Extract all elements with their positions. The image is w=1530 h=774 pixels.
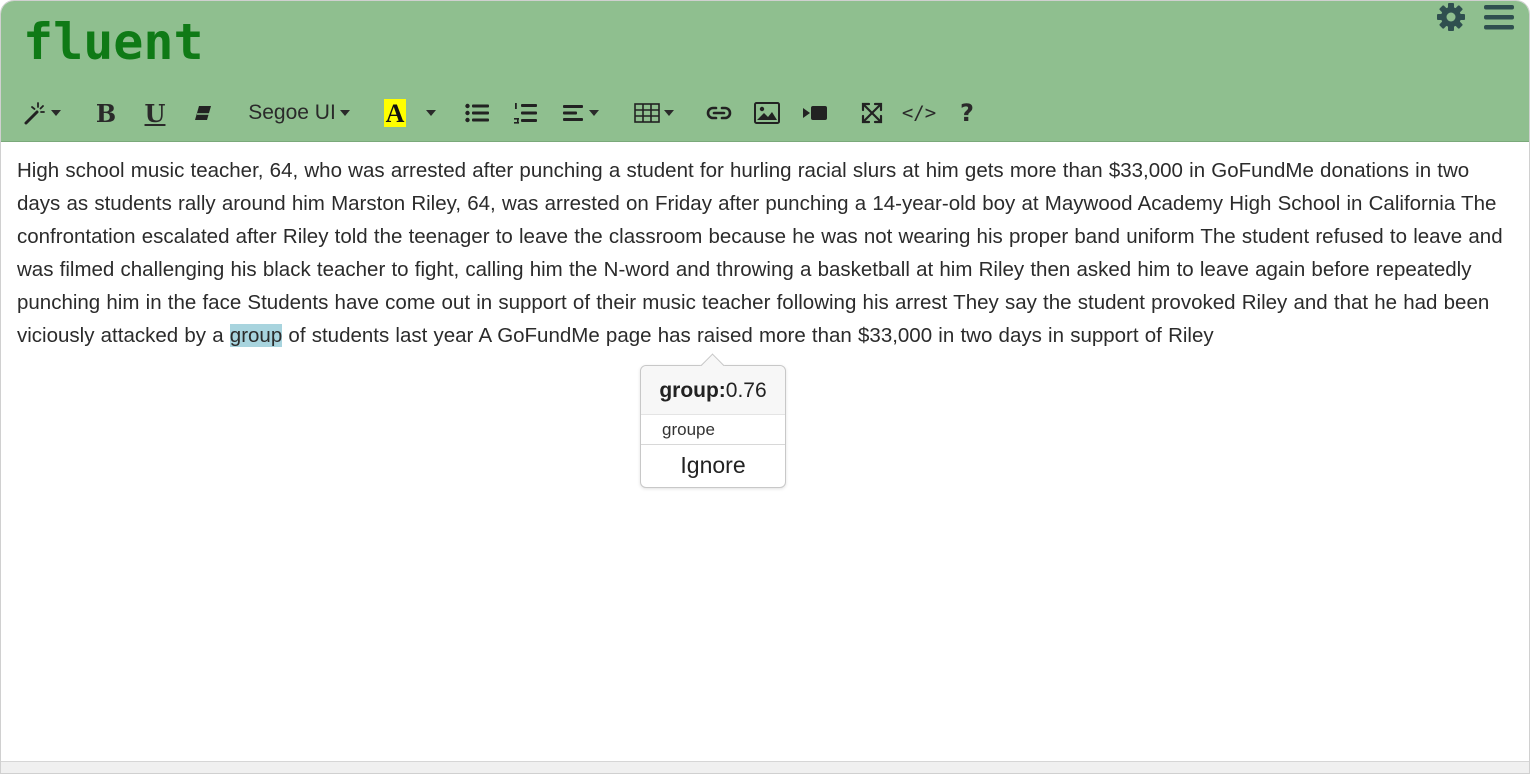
- resize-grip-icon[interactable]: [755, 765, 783, 771]
- status-bar: [1, 761, 1529, 773]
- link-icon[interactable]: [705, 93, 733, 133]
- ordered-list-icon[interactable]: [511, 93, 539, 133]
- gear-icon[interactable]: [1435, 1, 1467, 33]
- underline-button[interactable]: U: [141, 93, 169, 133]
- text-color-button[interactable]: A: [383, 93, 407, 133]
- hamburger-menu-icon[interactable]: [1483, 1, 1515, 33]
- help-button[interactable]: ?: [955, 93, 979, 133]
- suggestion-popup: group:0.76 groupe Ignore: [640, 353, 786, 488]
- editor-text-after: of students last year A GoFundMe page ha…: [282, 324, 1214, 347]
- header-bar: fluent B U Segoe UI A </> ?: [1, 1, 1529, 142]
- formatting-toolbar: B U Segoe UI A </> ?: [1, 93, 1529, 133]
- video-icon[interactable]: [801, 93, 829, 133]
- text-color-swatch: A: [384, 99, 406, 128]
- popup-header: group:0.76: [641, 366, 785, 415]
- color-dropdown-toggle[interactable]: [423, 93, 439, 133]
- ignore-button[interactable]: Ignore: [641, 446, 785, 484]
- popup-score: 0.76: [725, 379, 767, 402]
- fullscreen-icon[interactable]: [859, 93, 885, 133]
- editor-content[interactable]: High school music teacher, 64, who was a…: [17, 154, 1517, 352]
- image-icon[interactable]: [753, 93, 781, 133]
- chevron-down-icon: [426, 110, 436, 116]
- align-left-icon[interactable]: [559, 93, 603, 133]
- table-icon[interactable]: [631, 93, 677, 133]
- eraser-icon[interactable]: [191, 93, 215, 133]
- bold-button[interactable]: B: [93, 93, 119, 133]
- font-family-dropdown[interactable]: Segoe UI: [247, 93, 351, 133]
- font-family-label: Segoe UI: [248, 101, 336, 124]
- unordered-list-icon[interactable]: [463, 93, 491, 133]
- flagged-word[interactable]: group: [229, 324, 283, 347]
- magic-wand-icon[interactable]: [19, 93, 65, 133]
- editor-text-before: High school music teacher, 64, who was a…: [17, 159, 1503, 347]
- chevron-down-icon: [339, 110, 350, 116]
- popup-divider: [641, 444, 785, 445]
- app-logo: fluent: [23, 13, 204, 71]
- popup-word: group:: [659, 379, 726, 402]
- code-view-button[interactable]: </>: [901, 93, 937, 133]
- editor-app: fluent B U Segoe UI A </> ? High school …: [0, 0, 1530, 774]
- suggestion-item[interactable]: groupe: [662, 420, 715, 440]
